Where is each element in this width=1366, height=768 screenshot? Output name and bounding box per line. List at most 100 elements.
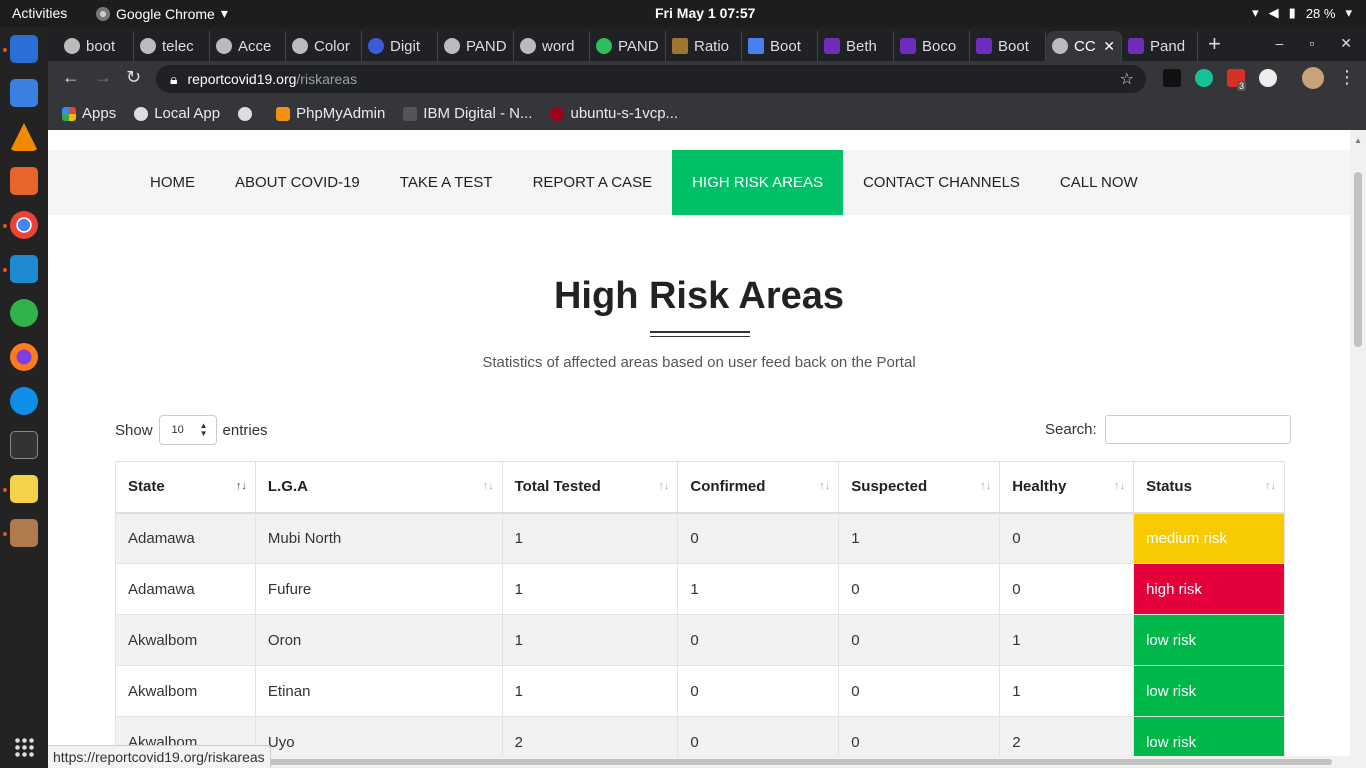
browser-tab[interactable]: Beth: [818, 31, 894, 61]
bookmark-apps[interactable]: Apps: [62, 105, 116, 122]
files-icon[interactable]: [10, 35, 38, 63]
browser-tab[interactable]: Boco: [894, 31, 970, 61]
search-input[interactable]: [1104, 415, 1291, 444]
close-tab-icon[interactable]: ✕: [1103, 38, 1115, 55]
system-tray[interactable]: ▾ ◀ ▮ 28 % ▾: [1252, 5, 1352, 21]
browser-tab[interactable]: Digit: [362, 31, 438, 61]
nav-about-covid[interactable]: ABOUT COVID-19: [215, 150, 380, 215]
digitalocean-icon: [368, 38, 384, 54]
browser-tab[interactable]: Boot: [742, 31, 818, 61]
nav-take-a-test[interactable]: TAKE A TEST: [380, 150, 513, 215]
cell-suspected: 0: [838, 665, 1001, 717]
browser-tab[interactable]: Pand: [1122, 31, 1198, 61]
extension-cube-icon[interactable]: [1163, 69, 1181, 87]
bookmark-phpmyadmin[interactable]: PhpMyAdmin: [276, 105, 385, 122]
browser-tab[interactable]: Ratio: [666, 31, 742, 61]
browser-tab-active[interactable]: CC ✕: [1046, 31, 1122, 61]
nav-call-now[interactable]: CALL NOW: [1040, 150, 1158, 215]
bookmark-ubuntu-server[interactable]: ubuntu-s-1vcp...: [550, 105, 678, 122]
globe-icon: [1052, 38, 1068, 54]
nav-home[interactable]: HOME: [130, 150, 215, 215]
cell-total-tested: 1: [501, 614, 679, 666]
whatsapp-icon[interactable]: [10, 299, 38, 327]
cell-healthy: 0: [999, 512, 1135, 564]
new-tab-button[interactable]: +: [1198, 31, 1231, 61]
battery-icon: ▮: [1288, 5, 1296, 20]
status-badge: low risk: [1133, 665, 1285, 717]
title-divider: [650, 336, 750, 337]
app-menu[interactable]: Google Chrome ▾: [96, 5, 228, 22]
tab-strip: boot telec Acce Color Digit PAND word PA…: [48, 27, 1366, 61]
browser-tab[interactable]: word: [514, 31, 590, 61]
vscode-icon[interactable]: [10, 255, 38, 283]
software-center-icon[interactable]: [10, 167, 38, 195]
vertical-scrollbar[interactable]: ▲: [1350, 130, 1366, 768]
writer-icon[interactable]: [10, 79, 38, 107]
bootstrap-icon: [748, 38, 764, 54]
browser-tab[interactable]: Acce: [210, 31, 286, 61]
activities-button[interactable]: Activities: [12, 5, 67, 21]
terminal-icon[interactable]: [10, 431, 38, 459]
menu-icon[interactable]: ⋮: [1338, 67, 1356, 88]
text-editor-icon[interactable]: [10, 475, 38, 503]
phpmyadmin-icon: [276, 106, 291, 121]
minimize-icon[interactable]: –: [1276, 35, 1284, 52]
teamviewer-icon[interactable]: [10, 387, 38, 415]
title-divider: [650, 331, 750, 333]
cell-lga: Fufure: [254, 563, 503, 615]
browser-tab[interactable]: Boot: [970, 31, 1046, 61]
apps-grid-icon: [62, 106, 76, 121]
address-bar[interactable]: 🔒︎ reportcovid19.org/riskareas ☆: [156, 65, 1146, 93]
nav-high-risk-areas[interactable]: HIGH RISK AREAS: [672, 150, 843, 215]
running-indicator: [3, 224, 7, 228]
grammarly-icon[interactable]: [1195, 69, 1213, 87]
bookmark-local-app[interactable]: Local App: [134, 105, 220, 122]
firefox-icon[interactable]: [10, 343, 38, 371]
entries-select[interactable]: 10 ▲ ▼: [158, 415, 217, 445]
column-header-status[interactable]: Status ↑↓: [1133, 461, 1285, 514]
browser-tab[interactable]: Color: [286, 31, 362, 61]
column-header-confirmed[interactable]: Confirmed ↑↓: [677, 461, 840, 514]
sort-icon: ↑↓: [658, 480, 670, 492]
browser-tab[interactable]: PAND: [438, 31, 514, 61]
bookmark-globe[interactable]: [238, 106, 258, 121]
browser-tab[interactable]: PAND: [590, 31, 666, 61]
vlc-icon[interactable]: [10, 123, 38, 151]
chrome-icon[interactable]: [10, 211, 38, 239]
maximize-icon[interactable]: ▫: [1309, 35, 1314, 52]
cell-confirmed: 0: [677, 614, 840, 666]
scrollbar-thumb[interactable]: [1354, 172, 1362, 347]
cell-suspected: 0: [838, 563, 1001, 615]
column-header-healthy[interactable]: Healthy ↑↓: [999, 461, 1135, 514]
globe-icon: [238, 106, 253, 121]
lock-icon: 🔒︎: [170, 70, 178, 87]
globe-icon: [134, 106, 149, 121]
close-icon[interactable]: ✕: [1340, 35, 1352, 52]
column-header-state[interactable]: State ↑↓: [115, 461, 256, 514]
cell-state: Adamawa: [115, 512, 256, 564]
avatar[interactable]: [1302, 67, 1324, 89]
extension-icon[interactable]: [1259, 69, 1277, 87]
cell-state: Adamawa: [115, 563, 256, 615]
browser-tab[interactable]: boot: [58, 31, 134, 61]
column-header-suspected[interactable]: Suspected ↑↓: [838, 461, 1001, 514]
archive-icon[interactable]: [10, 519, 38, 547]
nav-contact-channels[interactable]: CONTACT CHANNELS: [843, 150, 1040, 215]
bookmark-ibm-digital[interactable]: IBM Digital - N...: [403, 105, 532, 122]
bookmark-star-icon[interactable]: ☆: [1120, 69, 1134, 89]
forward-icon[interactable]: →: [94, 67, 112, 88]
scroll-up-icon[interactable]: ▲: [1354, 136, 1362, 145]
column-header-lga[interactable]: L.G.A ↑↓: [254, 461, 503, 514]
browser-tab[interactable]: telec: [134, 31, 210, 61]
chevron-down-icon: ▾: [1345, 5, 1352, 20]
cell-confirmed: 1: [677, 563, 840, 615]
back-icon[interactable]: ←: [62, 67, 80, 88]
cell-suspected: 0: [838, 614, 1001, 666]
cell-lga: Oron: [254, 614, 503, 666]
show-applications-icon[interactable]: [14, 737, 34, 757]
clock[interactable]: Fri May 1 07:57: [655, 5, 755, 21]
column-header-total-tested[interactable]: Total Tested ↑↓: [501, 461, 679, 514]
reload-icon[interactable]: ↻: [126, 67, 141, 88]
google-icon: [520, 38, 536, 54]
nav-report-a-case[interactable]: REPORT A CASE: [513, 150, 673, 215]
